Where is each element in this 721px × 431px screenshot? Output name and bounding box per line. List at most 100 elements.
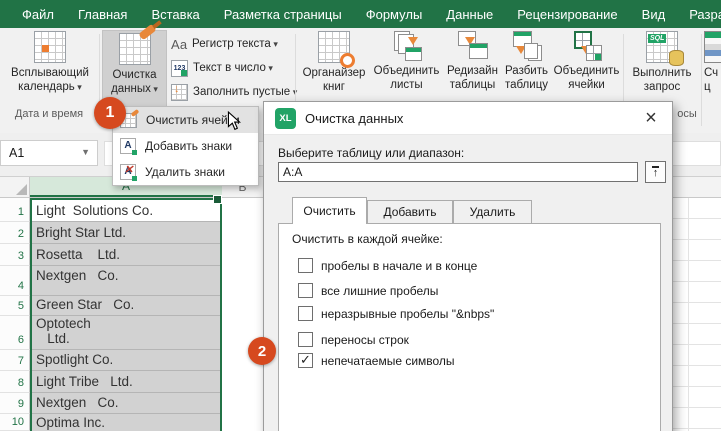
checkbox-line-breaks[interactable]: переносы строк	[298, 332, 409, 347]
chevron-down-icon[interactable]: ▼	[81, 147, 90, 157]
row-header[interactable]: 3	[0, 244, 30, 266]
cell-a6[interactable]: Optotech Ltd.	[30, 316, 222, 350]
section-label: Очистить в каждой ячейке:	[292, 232, 443, 246]
menu-item-remove-characters[interactable]: A ✕ Удалить знаки	[113, 159, 258, 185]
tab-clear[interactable]: Очистить	[292, 197, 367, 224]
table-row: 6 Optotech Ltd.	[0, 316, 222, 350]
checkbox-icon[interactable]	[298, 332, 313, 347]
cell-a7[interactable]: Spotlight Co.	[30, 350, 222, 371]
cell-a10[interactable]: Optima Inc.	[30, 414, 222, 431]
tab-home[interactable]: Главная	[78, 7, 127, 22]
close-icon[interactable]: ×	[636, 105, 666, 131]
merge-cells-button[interactable]: Объединить ячейки	[550, 31, 623, 92]
tab-file[interactable]: Файл	[22, 7, 54, 22]
cell-a9[interactable]: Nextgen Co.	[30, 393, 222, 414]
group-label-date-time: Дата и время	[14, 108, 84, 120]
row-header[interactable]: 8	[0, 371, 30, 393]
merge-cells-icon	[572, 31, 602, 61]
name-box[interactable]: A1 ▼	[0, 140, 98, 166]
cell-a8[interactable]: Light Tribe Ltd.	[30, 371, 222, 393]
table-row: 8 Light Tribe Ltd.	[0, 371, 222, 393]
select-all-corner[interactable]	[0, 177, 30, 197]
row-header[interactable]: 5	[0, 296, 30, 316]
table-row: 9 Nextgen Co.	[0, 393, 222, 414]
cut-off-button[interactable]: Сч ц	[704, 31, 721, 94]
cell-a3[interactable]: Rosetta Ltd.	[30, 244, 222, 266]
table-row: 5 Green Star Co.	[0, 296, 222, 316]
checkbox-leading-trailing-spaces[interactable]: пробелы в начале и в конце	[298, 258, 477, 273]
sql-icon: SQL	[646, 31, 684, 66]
checkbox-nonprinting-characters[interactable]: непечатаемые символы	[298, 352, 455, 368]
popup-calendar-button[interactable]: Всплывающий календарь	[3, 31, 97, 94]
checkbox-nonbreaking-spaces[interactable]: неразрывные пробелы "&nbps"	[298, 306, 494, 321]
clear-data-icon	[118, 23, 157, 65]
row-header[interactable]: 1	[0, 198, 30, 222]
mouse-cursor	[227, 111, 242, 131]
redesign-icon	[457, 31, 488, 61]
dialog-title: Очистка данных	[305, 110, 404, 126]
tab-page-layout[interactable]: Разметка страницы	[224, 7, 342, 22]
menu-item-add-characters[interactable]: A Добавить знаки	[113, 133, 258, 159]
table-row: 10 Optima Inc.	[0, 414, 222, 431]
fill-blanks-button[interactable]: Заполнить пустые	[171, 81, 297, 103]
add-characters-icon: A	[120, 138, 137, 155]
row-header[interactable]: 6	[0, 316, 30, 350]
clear-data-dialog: XL Очистка данных × Выберите таблицу или…	[263, 101, 673, 431]
remove-characters-icon: A ✕	[120, 164, 137, 181]
dialog-title-bar[interactable]: XL Очистка данных	[264, 102, 672, 135]
group-label-queries-fragment: осы	[677, 108, 697, 120]
tab-developer[interactable]: Разработч	[689, 7, 721, 22]
select-range-button[interactable]: ↑	[645, 161, 666, 183]
fill-blanks-icon	[171, 83, 188, 101]
checkbox-checked-icon[interactable]	[298, 352, 313, 368]
cell-a4[interactable]: Nextgen Co.	[30, 266, 222, 296]
tab-remove[interactable]: Удалить	[453, 200, 532, 223]
cell-a2[interactable]: Bright Star Ltd.	[30, 222, 222, 244]
range-label: Выберите таблицу или диапазон:	[278, 146, 465, 160]
calendar-icon	[34, 31, 66, 63]
cell-a5[interactable]: Green Star Co.	[30, 296, 222, 316]
table-row: 2 Bright Star Ltd.	[0, 222, 222, 244]
merge-sheets-button[interactable]: Объединить листы	[371, 31, 442, 92]
grid-column-line	[688, 198, 689, 431]
step-2-badge: 2	[248, 337, 276, 365]
grid-right-of-dialog	[673, 198, 721, 431]
striped-table-icon	[704, 31, 721, 63]
group-divider	[701, 34, 702, 126]
tab-formulas[interactable]: Формулы	[366, 7, 423, 22]
split-table-button[interactable]: Разбить таблицу	[503, 31, 550, 92]
select-range-icon: ↑	[651, 165, 660, 179]
row-header[interactable]: 9	[0, 393, 30, 414]
row-header[interactable]: 4	[0, 266, 30, 296]
app-xl-icon: XL	[275, 107, 296, 129]
123-icon: 123	[171, 59, 188, 77]
row-header[interactable]: 10	[0, 414, 30, 431]
tab-view[interactable]: Вид	[642, 7, 666, 22]
checkbox-icon[interactable]	[298, 258, 313, 273]
aa-icon: Аа	[171, 36, 188, 52]
text-to-number-button[interactable]: 123 Текст в число	[171, 57, 273, 79]
checkbox-icon[interactable]	[298, 283, 313, 298]
table-row: 7 Spotlight Co.	[0, 350, 222, 371]
tab-data[interactable]: Данные	[446, 7, 493, 22]
step-1-badge: 1	[94, 97, 126, 129]
tab-review[interactable]: Рецензирование	[517, 7, 617, 22]
checkbox-excess-spaces[interactable]: все лишние пробелы	[298, 283, 438, 298]
table-row: 4 Nextgen Co.	[0, 266, 222, 296]
checkbox-icon[interactable]	[298, 306, 313, 321]
excel-window: Файл Главная Вставка Разметка страницы Ф…	[0, 0, 721, 431]
row-header[interactable]: 7	[0, 350, 30, 371]
table-row: 1 Light Solutions Co.	[0, 198, 222, 222]
organizer-icon	[318, 31, 355, 68]
range-input[interactable]: A:A	[278, 162, 638, 182]
workbook-manager-button[interactable]: Органайзер книг	[298, 31, 370, 94]
table-row: 3 Rosetta Ltd.	[0, 244, 222, 266]
cell-a1[interactable]: Light Solutions Co.	[30, 198, 222, 222]
redesign-table-button[interactable]: Редизайн таблицы	[442, 31, 503, 92]
tab-add[interactable]: Добавить	[367, 200, 453, 223]
row-header[interactable]: 2	[0, 222, 30, 244]
run-query-button[interactable]: SQL Выполнить запрос	[626, 31, 698, 94]
tab-panel	[278, 223, 661, 431]
ribbon-tab-bar: Файл Главная Вставка Разметка страницы Ф…	[0, 0, 721, 28]
change-case-button[interactable]: Аа Регистр текста	[171, 33, 278, 55]
